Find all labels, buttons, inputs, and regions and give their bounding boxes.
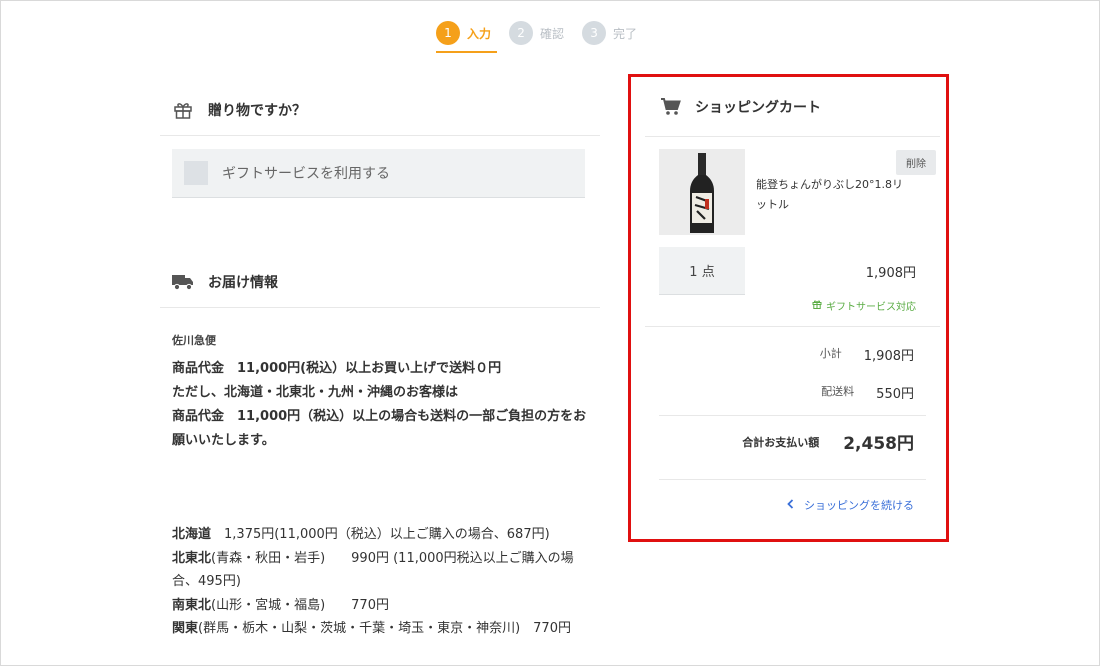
rate-row: 北海道 1,375円(11,000円（税込）以上ご購入の場合、687円) [172, 523, 592, 547]
step-confirm: 2 確認 [509, 20, 564, 46]
quantity-selector[interactable]: 1 点 [659, 247, 745, 295]
subtotal-row: 小計 1,908円 [820, 345, 914, 364]
divider [659, 479, 926, 480]
subtotal-value: 1,908円 [863, 349, 914, 364]
gift-service-label: ギフトサービスを利用する [222, 166, 390, 182]
rate-detail: (山形・宮城・福島) 770円 [211, 597, 389, 613]
gift-icon [812, 299, 826, 312]
rate-region: 北海道 [172, 527, 212, 542]
rate-region: 関東 [172, 621, 199, 636]
shipping-value: 550円 [876, 387, 914, 402]
shipping-row: 配送料 550円 [821, 383, 914, 402]
step-number: 1 [436, 21, 460, 45]
step-label: 確認 [540, 26, 565, 41]
continue-shopping-label: ショッピングを続ける [804, 499, 914, 512]
step-complete: 3 完了 [582, 20, 637, 46]
gift-section-header: 贈り物ですか？ [160, 84, 600, 136]
notice-line: 商品代金 11,000円(税込）以上お買い上げで送料０円 [172, 361, 502, 376]
rate-row: 南東北(山形・宮城・福島) 770円 [172, 594, 592, 618]
cart-header: ショッピングカート [645, 77, 940, 137]
delivery-section-title: お届け情報 [208, 274, 278, 291]
rate-detail: 1,375円(11,000円（税込）以上ご購入の場合、687円) [211, 527, 550, 542]
gift-service-option[interactable]: ギフトサービスを利用する [172, 149, 585, 198]
step-input: 1 入力 [436, 20, 498, 53]
cart-icon [661, 97, 681, 116]
shipping-notice: 商品代金 11,000円(税込）以上お買い上げで送料０円 ただし、北海道・北東北… [172, 357, 592, 453]
subtotal-label: 小計 [819, 347, 842, 360]
cart-item: 削除 能登ちょんがりぶし20°1.8リットル 1 点 1,908円 ギフトサービ… [645, 137, 940, 327]
chevron-left-icon [787, 498, 794, 512]
notice-line: 商品代金 11,000円（税込）以上の場合も送料の一部ご負担の方をお願いいたしま… [172, 409, 587, 448]
shipping-label: 配送料 [821, 385, 855, 398]
product-name[interactable]: 能登ちょんがりぶし20°1.8リットル [756, 175, 906, 215]
rate-region: 南東北 [172, 597, 212, 613]
delivery-section-header: お届け情報 [160, 256, 600, 308]
step-number: 3 [582, 21, 607, 45]
total-label: 合計お支払い額 [742, 435, 820, 449]
gift-service-available-label: ギフトサービス対応 [826, 302, 916, 313]
cart-title: ショッピングカート [695, 99, 821, 116]
step-number: 2 [509, 21, 534, 45]
carrier-name: 佐川急便 [172, 334, 216, 347]
gift-icon [172, 99, 194, 121]
shipping-rates: 北海道 1,375円(11,000円（税込）以上ご購入の場合、687円) 北東北… [172, 523, 592, 641]
total-row: 合計お支払い額 2,458円 [742, 429, 914, 454]
truck-icon [172, 271, 194, 293]
step-label: 完了 [613, 26, 638, 41]
divider [659, 415, 926, 416]
gift-service-available: ギフトサービス対応 [812, 298, 916, 313]
checkout-form: 贈り物ですか？ ギフトサービスを利用する お届け情報 佐川急便 商品代金 11,… [160, 84, 600, 641]
product-image[interactable] [659, 149, 745, 235]
rate-row: 北東北(青森・秋田・岩手) 990円 (11,000円税込以上ご購入の場合、49… [172, 547, 592, 594]
rate-detail: (群馬・栃木・山梨・茨城・千葉・埼玉・東京・神奈川) 770円 [198, 621, 571, 636]
checkout-stepper: 1 入力 2 確認 3 完了 [436, 20, 655, 53]
rate-region: 北東北 [172, 550, 212, 566]
shopping-cart-panel: ショッピングカート 削除 能登ちょんがりぶし20°1.8リットル 1 点 1,9… [628, 74, 949, 542]
gift-section-title: 贈り物ですか？ [208, 102, 306, 119]
rate-row: 関東(群馬・栃木・山梨・茨城・千葉・埼玉・東京・神奈川) 770円 [172, 617, 592, 641]
delete-button[interactable]: 削除 [896, 150, 936, 175]
step-label: 入力 [467, 26, 492, 41]
continue-shopping-link[interactable]: ショッピングを続ける [787, 497, 914, 513]
gift-service-checkbox[interactable] [184, 161, 208, 185]
item-price: 1,908円 [865, 266, 916, 281]
total-value: 2,458円 [843, 434, 914, 454]
notice-line: ただし、北海道・北東北・九州・沖縄のお客様は [172, 385, 459, 400]
rate-detail: (青森・秋田・岩手) 990円 (11,000円税込以上ご購入の場合、495円) [172, 550, 574, 590]
